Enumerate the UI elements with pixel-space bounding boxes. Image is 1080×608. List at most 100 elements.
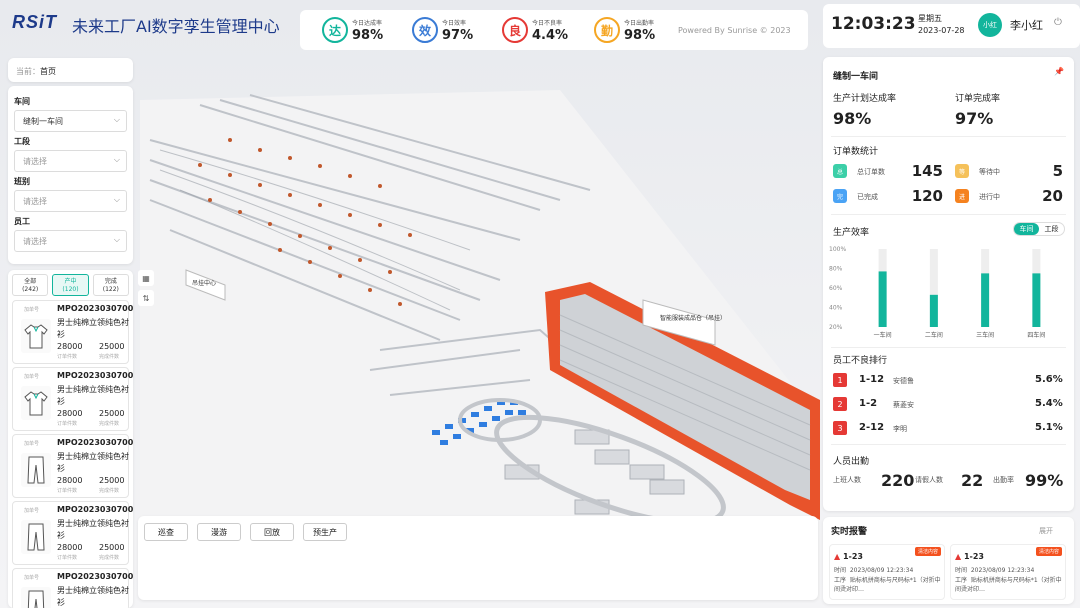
employee-code: 1-2 — [859, 398, 878, 409]
app-title: 未来工厂AI数字孪生管理中心 — [72, 17, 280, 36]
efficiency-title: 生产效率 — [833, 228, 870, 238]
sort-icon[interactable]: ⇅ — [138, 290, 154, 306]
tab-count: (122) — [102, 285, 119, 293]
avatar[interactable]: 小红 — [978, 13, 1002, 37]
bar[interactable] — [929, 294, 938, 327]
order-stats-title: 订单数统计 — [833, 147, 879, 157]
bar[interactable] — [878, 271, 887, 327]
weekday: 星期五 — [918, 14, 942, 23]
in-progress-icon: 进 — [955, 189, 969, 203]
on-duty-label: 上班人数 — [833, 476, 861, 484]
order-number: MPO20230307001 — [57, 371, 133, 380]
kpi-value: 98% — [624, 28, 656, 43]
clock-time: 12:03:23 — [831, 14, 916, 34]
order-list-panel: 全部 (242) 产中 (120) 完成 (122) 加单号 MPO202303070… — [8, 270, 133, 608]
kpi-value: 4.4% — [532, 28, 569, 43]
tab-completed[interactable]: 完成 (122) — [92, 274, 129, 296]
tab-in-production[interactable]: 产中 (120) — [52, 274, 89, 296]
order-card[interactable]: 加单号 MPO20230307001 男士纯棉立领纯色衬衫 28000 2500… — [12, 434, 133, 498]
pin-icon[interactable]: 📌 — [1054, 67, 1064, 76]
order-card[interactable]: 加单号 MPO20230307001 男士纯棉立领纯色衬衫 28000 2500… — [12, 568, 133, 608]
done-qty: 25000 — [99, 409, 125, 418]
alarm-card[interactable]: 清洁内容 ▲ 1-23 时间 2023/08/09 12:23:34 工序 贴标… — [950, 544, 1066, 600]
stat-label: 总订单数 — [857, 168, 885, 176]
efficiency-icon: 效 — [412, 17, 438, 43]
order-no-label: 加单号 — [24, 307, 40, 313]
kpi-defect: 良 今日不良率 4.4% — [502, 14, 586, 46]
order-number: MPO20230307001 — [57, 438, 133, 447]
grid-view-icon[interactable]: ▦ — [138, 270, 154, 286]
stat-value: 5 — [1052, 162, 1063, 180]
alarm-card[interactable]: 清洁内容 ▲ 1-23 时间 2023/08/09 12:23:34 工序 贴标… — [829, 544, 945, 600]
attendance-title: 人员出勤 — [833, 457, 870, 467]
order-card[interactable]: 加单号 MPO20230307001 男士纯棉立领纯色衬衫 28000 2500… — [12, 367, 133, 431]
warehouse-label: 智能服装成品仓（吊挂） — [660, 314, 726, 322]
alarm-time: 2023/08/09 12:23:34 — [970, 567, 1035, 574]
order-number: MPO20230307001 — [57, 304, 133, 313]
tab-count: (242) — [22, 285, 39, 293]
y-tick-label: 40% — [829, 305, 843, 312]
toggle-section[interactable]: 工段 — [1039, 223, 1064, 235]
product-name: 男士纯棉立领纯色衬衫 — [57, 318, 129, 339]
breadcrumb: 当前：首页 — [8, 58, 133, 82]
total-orders-icon: 总 — [833, 164, 847, 178]
power-icon[interactable]: ⏻ — [1054, 17, 1062, 28]
patrol-button[interactable]: 巡查 — [144, 523, 188, 541]
stat-label: 等待中 — [979, 168, 1000, 176]
realtime-alarm-panel: 实时报警 展开 清洁内容 ▲ 1-23 时间 2023/08/09 12:23:… — [823, 517, 1074, 604]
alarm-time-label: 时间 — [955, 567, 968, 574]
kpi-achievement: 达 今日达成率 98% — [322, 14, 406, 46]
attendance-rate-value: 99% — [1025, 471, 1064, 490]
waiting-icon: 等 — [955, 164, 969, 178]
order-qty-label: 订单件数 — [57, 488, 78, 494]
breadcrumb-page[interactable]: 首页 — [40, 67, 56, 76]
product-name: 男士纯棉立领纯色衬衫 — [57, 586, 129, 607]
expand-toggle[interactable]: 展开 — [1039, 526, 1053, 536]
order-no-label: 加单号 — [24, 441, 40, 447]
workshop-panel: 缝制一车间 📌 生产计划达成率 98% 订单完成率 97% 订单数统计 总 总订… — [823, 57, 1074, 511]
order-qty: 28000 — [57, 543, 83, 552]
chevron-down-icon: ⌵ — [113, 115, 120, 124]
alarm-time-label: 时间 — [834, 567, 847, 574]
tab-all[interactable]: 全部 (242) — [12, 274, 49, 296]
filter-label-section: 工段 — [14, 137, 30, 146]
on-duty-value: 220 — [881, 471, 915, 490]
bar[interactable] — [981, 273, 990, 327]
section-select[interactable]: 请选择 ⌵ — [14, 150, 127, 172]
efficiency-toggle[interactable]: 车间 工段 — [1013, 222, 1065, 236]
select-value: 缝制一车间 — [23, 117, 63, 126]
pants-icon — [21, 520, 51, 554]
kpi-efficiency: 效 今日效率 97% — [412, 14, 496, 46]
rank-badge: 2 — [833, 397, 847, 411]
user-name[interactable]: 李小红 — [1010, 17, 1043, 33]
top-bar: RSiT 未来工厂AI数字孪生管理中心 达 今日达成率 98% 效 今日效率 9… — [0, 0, 1080, 52]
order-card[interactable]: 加单号 MPO20230307001 男士纯棉立领纯色衬衫 28000 2500… — [12, 300, 133, 364]
filter-panel: 车间 缝制一车间 ⌵ 工段 请选择 ⌵ 班别 请选择 ⌵ 员工 请选择 ⌵ — [8, 86, 133, 264]
alarm-card-title: 1-23 — [842, 552, 863, 561]
toggle-workshop[interactable]: 车间 — [1014, 223, 1039, 235]
employee-select[interactable]: 请选择 ⌵ — [14, 230, 127, 252]
defect-rate: 5.1% — [1035, 422, 1063, 433]
workshop-select[interactable]: 缝制一车间 ⌵ — [14, 110, 127, 132]
order-card[interactable]: 加单号 MPO20230307001 男士纯棉立领纯色衬衫 28000 2500… — [12, 501, 133, 565]
filter-label-shift: 班别 — [14, 177, 30, 186]
product-name: 男士纯棉立领纯色衬衫 — [57, 519, 129, 540]
tab-count: (120) — [62, 285, 79, 293]
shift-select[interactable]: 请选择 ⌵ — [14, 190, 127, 212]
y-tick-label: 60% — [829, 285, 843, 292]
x-tick-label: 二车间 — [925, 331, 943, 339]
done-qty: 25000 — [99, 476, 125, 485]
alarm-card-title: 1-23 — [963, 552, 984, 561]
preproduction-button[interactable]: 预生产 — [303, 523, 347, 541]
tab-label: 产中 — [64, 278, 77, 285]
order-number: MPO20230307001 — [57, 505, 133, 514]
roam-button[interactable]: 漫游 — [197, 523, 241, 541]
order-no-label: 加单号 — [24, 508, 40, 514]
order-qty: 28000 — [57, 476, 83, 485]
defect-rate: 5.4% — [1035, 398, 1063, 409]
replay-button[interactable]: 回放 — [250, 523, 294, 541]
kpi-value: 97% — [442, 28, 474, 43]
bar[interactable] — [1032, 273, 1041, 327]
x-tick-label: 四车间 — [1027, 331, 1045, 339]
stat-label: 已完成 — [857, 193, 878, 201]
